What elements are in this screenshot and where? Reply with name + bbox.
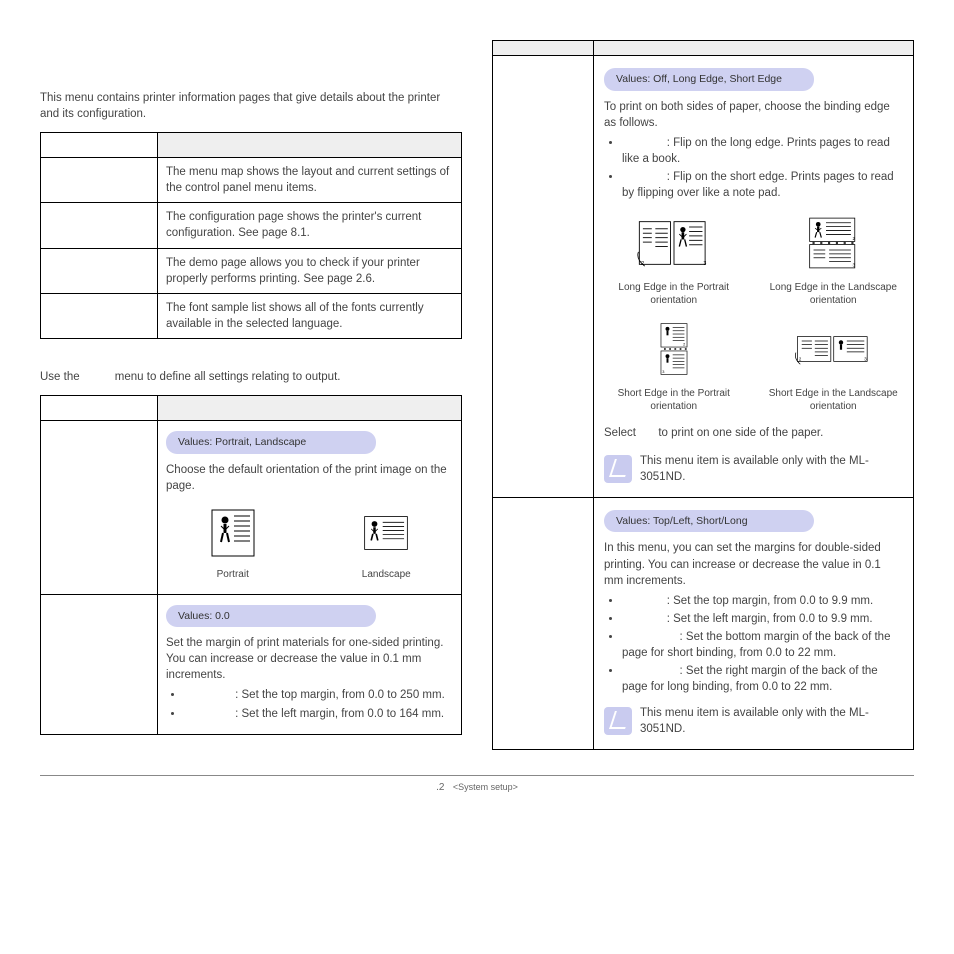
short-edge-landscape-icon: 2 3 — [793, 368, 873, 380]
svg-text:3: 3 — [853, 263, 856, 268]
landscape-icon — [363, 549, 409, 561]
values-pill: Values: Off, Long Edge, Short Edge — [604, 68, 814, 91]
intro-text: This menu contains printer information p… — [40, 90, 462, 122]
duplex-desc: To print on both sides of paper, choose … — [604, 99, 903, 131]
table-row: Values: Off, Long Edge, Short Edge To pr… — [493, 56, 914, 498]
note-icon — [604, 707, 632, 735]
table-row: The demo page allows you to check if you… — [41, 248, 462, 293]
right-table: Values: Off, Long Edge, Short Edge To pr… — [492, 40, 914, 750]
duplex-list: : Flip on the long edge. Prints pages to… — [604, 135, 903, 201]
dmargin-note: This menu item is available only with th… — [604, 705, 903, 737]
note-icon — [604, 455, 632, 483]
layout-table: Values: Portrait, Landscape Choose the d… — [40, 395, 462, 735]
svg-text:2: 2 — [853, 236, 856, 241]
values-pill: Values: 0.0 — [166, 605, 376, 628]
values-pill: Values: Portrait, Landscape — [166, 431, 376, 454]
short-edge-diagrams: 2 3 Short Edge in the Portrait orientati… — [604, 321, 903, 413]
svg-text:2: 2 — [641, 261, 644, 267]
table-row: Values: 0.0 Set the margin of print mate… — [41, 594, 462, 734]
table-row: Values: Top/Left, Short/Long In this men… — [493, 497, 914, 750]
table-row: The configuration page shows the printer… — [41, 203, 462, 248]
svg-text:3: 3 — [662, 369, 664, 374]
svg-text:2: 2 — [683, 342, 685, 347]
table-row: The menu map shows the layout and curren… — [41, 158, 462, 203]
portrait-icon — [210, 549, 256, 561]
orientation-desc: Choose the default orientation of the pr… — [166, 462, 453, 494]
short-edge-portrait-icon: 2 3 — [634, 368, 714, 380]
long-edge-portrait-icon: 2 3 — [634, 262, 714, 274]
layout-section-intro: Use the menu to define all settings rela… — [40, 369, 462, 385]
landscape-caption: Landscape — [320, 569, 454, 582]
th-desc — [158, 133, 462, 158]
margin-desc: Set the margin of print materials for on… — [166, 635, 453, 683]
left-column: This menu contains printer information p… — [40, 40, 462, 765]
duplex-select-off: Select to print on one side of the paper… — [604, 425, 903, 441]
page-footer: .2 <System setup> — [40, 775, 914, 793]
orientation-diagrams: Portrait — [166, 508, 453, 582]
right-column: Values: Off, Long Edge, Short Edge To pr… — [492, 40, 914, 765]
table-row: The font sample list shows all of the fo… — [41, 293, 462, 338]
dmargin-list: : Set the top margin, from 0.0 to 9.9 mm… — [604, 593, 903, 696]
margin-list: : Set the top margin, from 0.0 to 250 mm… — [166, 687, 453, 721]
svg-text:3: 3 — [703, 261, 706, 267]
duplex-note: This menu item is available only with th… — [604, 453, 903, 485]
table-row: Values: Portrait, Landscape Choose the d… — [41, 421, 462, 594]
info-table: The menu map shows the layout and curren… — [40, 132, 462, 339]
long-edge-landscape-icon: 2 3 — [793, 262, 873, 274]
th-item — [41, 133, 158, 158]
long-edge-diagrams: 2 3 Long Edge in the Portrait orientatio… — [604, 215, 903, 307]
values-pill: Values: Top/Left, Short/Long — [604, 510, 814, 533]
dmargin-desc: In this menu, you can set the margins fo… — [604, 540, 903, 588]
page-body: This menu contains printer information p… — [0, 0, 954, 775]
portrait-caption: Portrait — [166, 569, 300, 582]
